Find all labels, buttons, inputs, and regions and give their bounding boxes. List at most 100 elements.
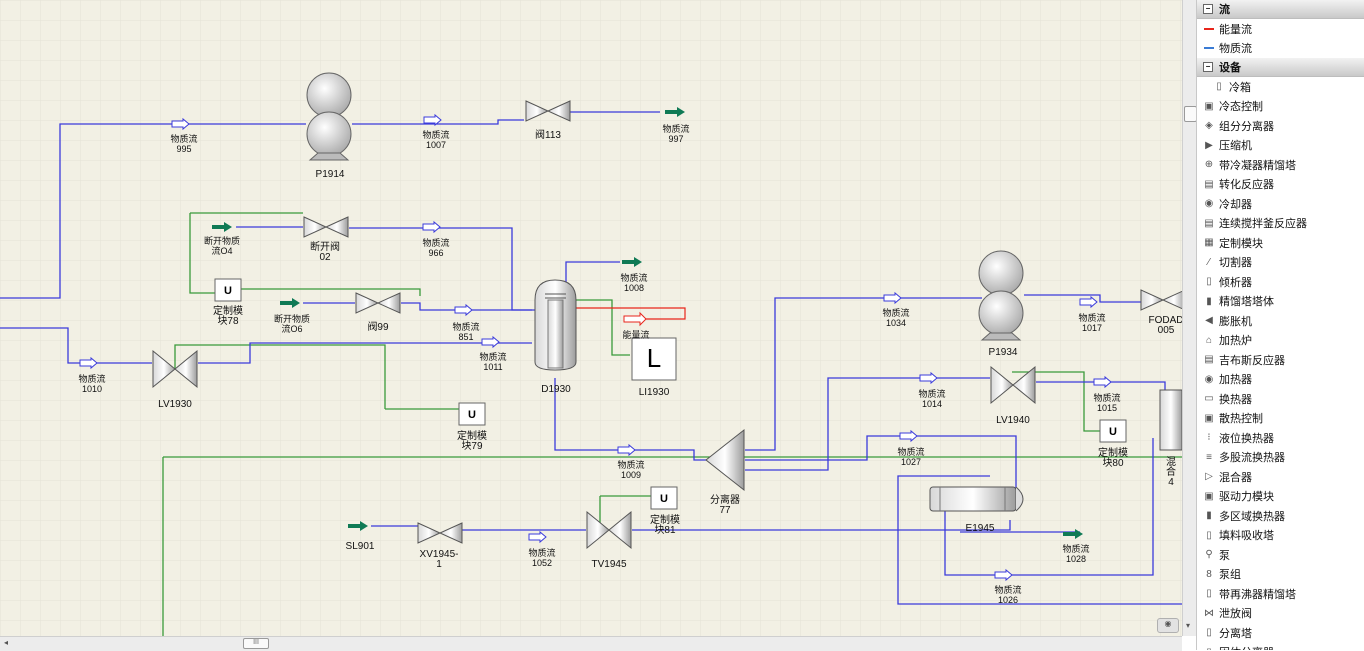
palette-item[interactable]: ▯ 填料吸收塔 — [1197, 526, 1364, 546]
palette-item-label: 冷箱 — [1229, 81, 1251, 94]
furnace-icon: ⌂ — [1205, 334, 1213, 346]
palette-item[interactable]: ▮ 多区域换热器 — [1197, 506, 1364, 526]
palette-item[interactable]: ≡ 多股流换热器 — [1197, 448, 1364, 468]
stream-label: 物质流 997 — [662, 124, 690, 144]
scroll-left-icon[interactable]: ◂ — [4, 638, 8, 647]
relief-valve-icon: ⋈ — [1204, 607, 1214, 619]
stream-label: 物质流 1010 — [78, 374, 106, 394]
collapse-icon[interactable]: − — [1203, 4, 1213, 14]
equipment-label: 分离器 77 — [710, 495, 740, 516]
equipment-label: D1930 — [541, 384, 571, 395]
equipment-label: 定制模 块81 — [650, 515, 680, 536]
palette-item[interactable]: 8 泵组 — [1197, 565, 1364, 585]
palette-item[interactable]: ⁝ 液位换热器 — [1197, 428, 1364, 448]
cold-box-icon: ▯ — [1216, 81, 1222, 93]
palette-item[interactable]: 能量流 — [1197, 19, 1364, 39]
palette-item-label: 转化反应器 — [1219, 179, 1274, 192]
palette-item[interactable]: ▣ 驱动力模块 — [1197, 487, 1364, 507]
palette-item-label: 切割器 — [1219, 257, 1252, 270]
palette-section-equipment[interactable]: − 设备 — [1197, 58, 1364, 77]
palette-item[interactable]: ▯ 冷箱 — [1197, 77, 1364, 97]
section-title: 设备 — [1219, 62, 1241, 74]
stream-label: 物质流 995 — [170, 134, 198, 154]
palette-item[interactable]: ▯ 固体分离器 — [1197, 643, 1364, 650]
palette-item[interactable]: ⊕ 带冷凝器精馏塔 — [1197, 155, 1364, 175]
expander-icon: ◀ — [1205, 315, 1213, 327]
palette-item-label: 能量流 — [1219, 23, 1252, 36]
collapse-icon[interactable]: − — [1203, 62, 1213, 72]
palette-item-label: 带再沸器精馏塔 — [1219, 588, 1296, 601]
palette-item[interactable]: ▯ 带再沸器精馏塔 — [1197, 584, 1364, 604]
palette-item[interactable]: ▭ 换热器 — [1197, 389, 1364, 409]
palette-item[interactable]: ⁄ 切割器 — [1197, 253, 1364, 273]
heat-control-icon: ▣ — [1204, 412, 1214, 424]
palette-item[interactable]: ⌂ 加热炉 — [1197, 331, 1364, 351]
palette-item[interactable]: ◉ 加热器 — [1197, 370, 1364, 390]
heat-exchanger-icon: ▭ — [1204, 393, 1214, 405]
cutter-icon: ⁄ — [1208, 256, 1210, 268]
stream-label: 物质流 1034 — [882, 308, 910, 328]
flowsheet-diagram[interactable]: U — [0, 0, 1182, 636]
stream-label: SL901 — [345, 541, 375, 552]
stream-label: 物质流 1028 — [1062, 544, 1090, 564]
cstr-icon: ▤ — [1204, 217, 1214, 229]
palette-section-flow[interactable]: − 流 — [1197, 0, 1364, 19]
palette-item[interactable]: ▤ 转化反应器 — [1197, 175, 1364, 195]
palette-item[interactable]: ▣ 散热控制 — [1197, 409, 1364, 429]
palette-item[interactable]: ◈ 组分分离器 — [1197, 116, 1364, 136]
palette-item[interactable]: ▶ 压缩机 — [1197, 136, 1364, 156]
palette-item[interactable]: ⋈ 泄放阀 — [1197, 604, 1364, 624]
palette-item[interactable]: ▯ 倾析器 — [1197, 272, 1364, 292]
equipment-label: P1914 — [315, 169, 345, 180]
multizone-exchanger-icon: ▮ — [1206, 510, 1212, 522]
scroll-down-icon[interactable]: ▾ — [1186, 621, 1190, 630]
palette-item[interactable]: ▮ 精馏塔塔体 — [1197, 292, 1364, 312]
column-body-icon: ▮ — [1206, 295, 1212, 307]
pump-icon: ⚲ — [1205, 549, 1213, 561]
view-toggle-icon[interactable]: ◉ — [1157, 618, 1179, 633]
palette-item[interactable]: 物质流 — [1197, 39, 1364, 59]
level-exchanger-icon: ⁝ — [1207, 432, 1211, 444]
palette-item-label: 精馏塔塔体 — [1219, 296, 1274, 309]
mixer-icon: ▷ — [1205, 471, 1213, 483]
palette-item[interactable]: ▣ 冷态控制 — [1197, 97, 1364, 117]
conversion-reactor-icon: ▤ — [1204, 178, 1214, 190]
equipment-label: 阀99 — [367, 322, 389, 333]
palette-item-label: 组分分离器 — [1219, 120, 1274, 133]
cooler-icon: ◉ — [1204, 198, 1214, 210]
palette-item-label: 倾析器 — [1219, 276, 1252, 289]
flowsheet-canvas[interactable]: U — [0, 0, 1182, 636]
palette-item[interactable]: ◀ 膨胀机 — [1197, 311, 1364, 331]
palette-item-label: 压缩机 — [1219, 140, 1252, 153]
palette-item[interactable]: ⚲ 泵 — [1197, 545, 1364, 565]
exchanger-e1945 — [929, 486, 1024, 512]
palette-item[interactable]: ▷ 混合器 — [1197, 467, 1364, 487]
palette-item-label: 换热器 — [1219, 393, 1252, 406]
cold-control-icon: ▣ — [1204, 100, 1214, 112]
horizontal-scroll-thumb[interactable]: III — [243, 638, 269, 649]
stream-label: 物质流 1011 — [479, 352, 507, 372]
decanter-icon: ▯ — [1206, 276, 1212, 288]
palette-item[interactable]: ▯ 分离塔 — [1197, 623, 1364, 643]
stream-label: 物质流 851 — [452, 322, 480, 342]
palette-item[interactable]: ▤ 连续搅拌釜反应器 — [1197, 214, 1364, 234]
palette-item[interactable]: ▦ 定制模块 — [1197, 233, 1364, 253]
palette-item-label: 泵组 — [1219, 569, 1241, 582]
equipment-label: P1934 — [988, 347, 1018, 358]
palette-item-label: 分离塔 — [1219, 627, 1252, 640]
horizontal-scrollbar[interactable]: ◂ III — [0, 636, 1182, 651]
stream-label: 物质流 966 — [422, 238, 450, 258]
equipment-label: 断开阀 02 — [310, 242, 340, 263]
palette-item-label: 加热炉 — [1219, 335, 1252, 348]
vertical-scrollbar[interactable]: ▾ — [1182, 0, 1197, 636]
stream-label: 物质流 1007 — [422, 130, 450, 150]
gibbs-reactor-icon: ▤ — [1204, 354, 1214, 366]
palette-item[interactable]: ▤ 吉布斯反应器 — [1197, 350, 1364, 370]
palette-item-label: 连续搅拌釜反应器 — [1219, 218, 1307, 231]
palette-item-label: 定制模块 — [1219, 237, 1263, 250]
drum-d1930 — [534, 279, 577, 371]
palette-item-label: 物质流 — [1219, 43, 1252, 56]
palette-item[interactable]: ◉ 冷却器 — [1197, 194, 1364, 214]
reboiler-column-icon: ▯ — [1206, 588, 1212, 600]
pump-group-icon: 8 — [1206, 568, 1212, 580]
